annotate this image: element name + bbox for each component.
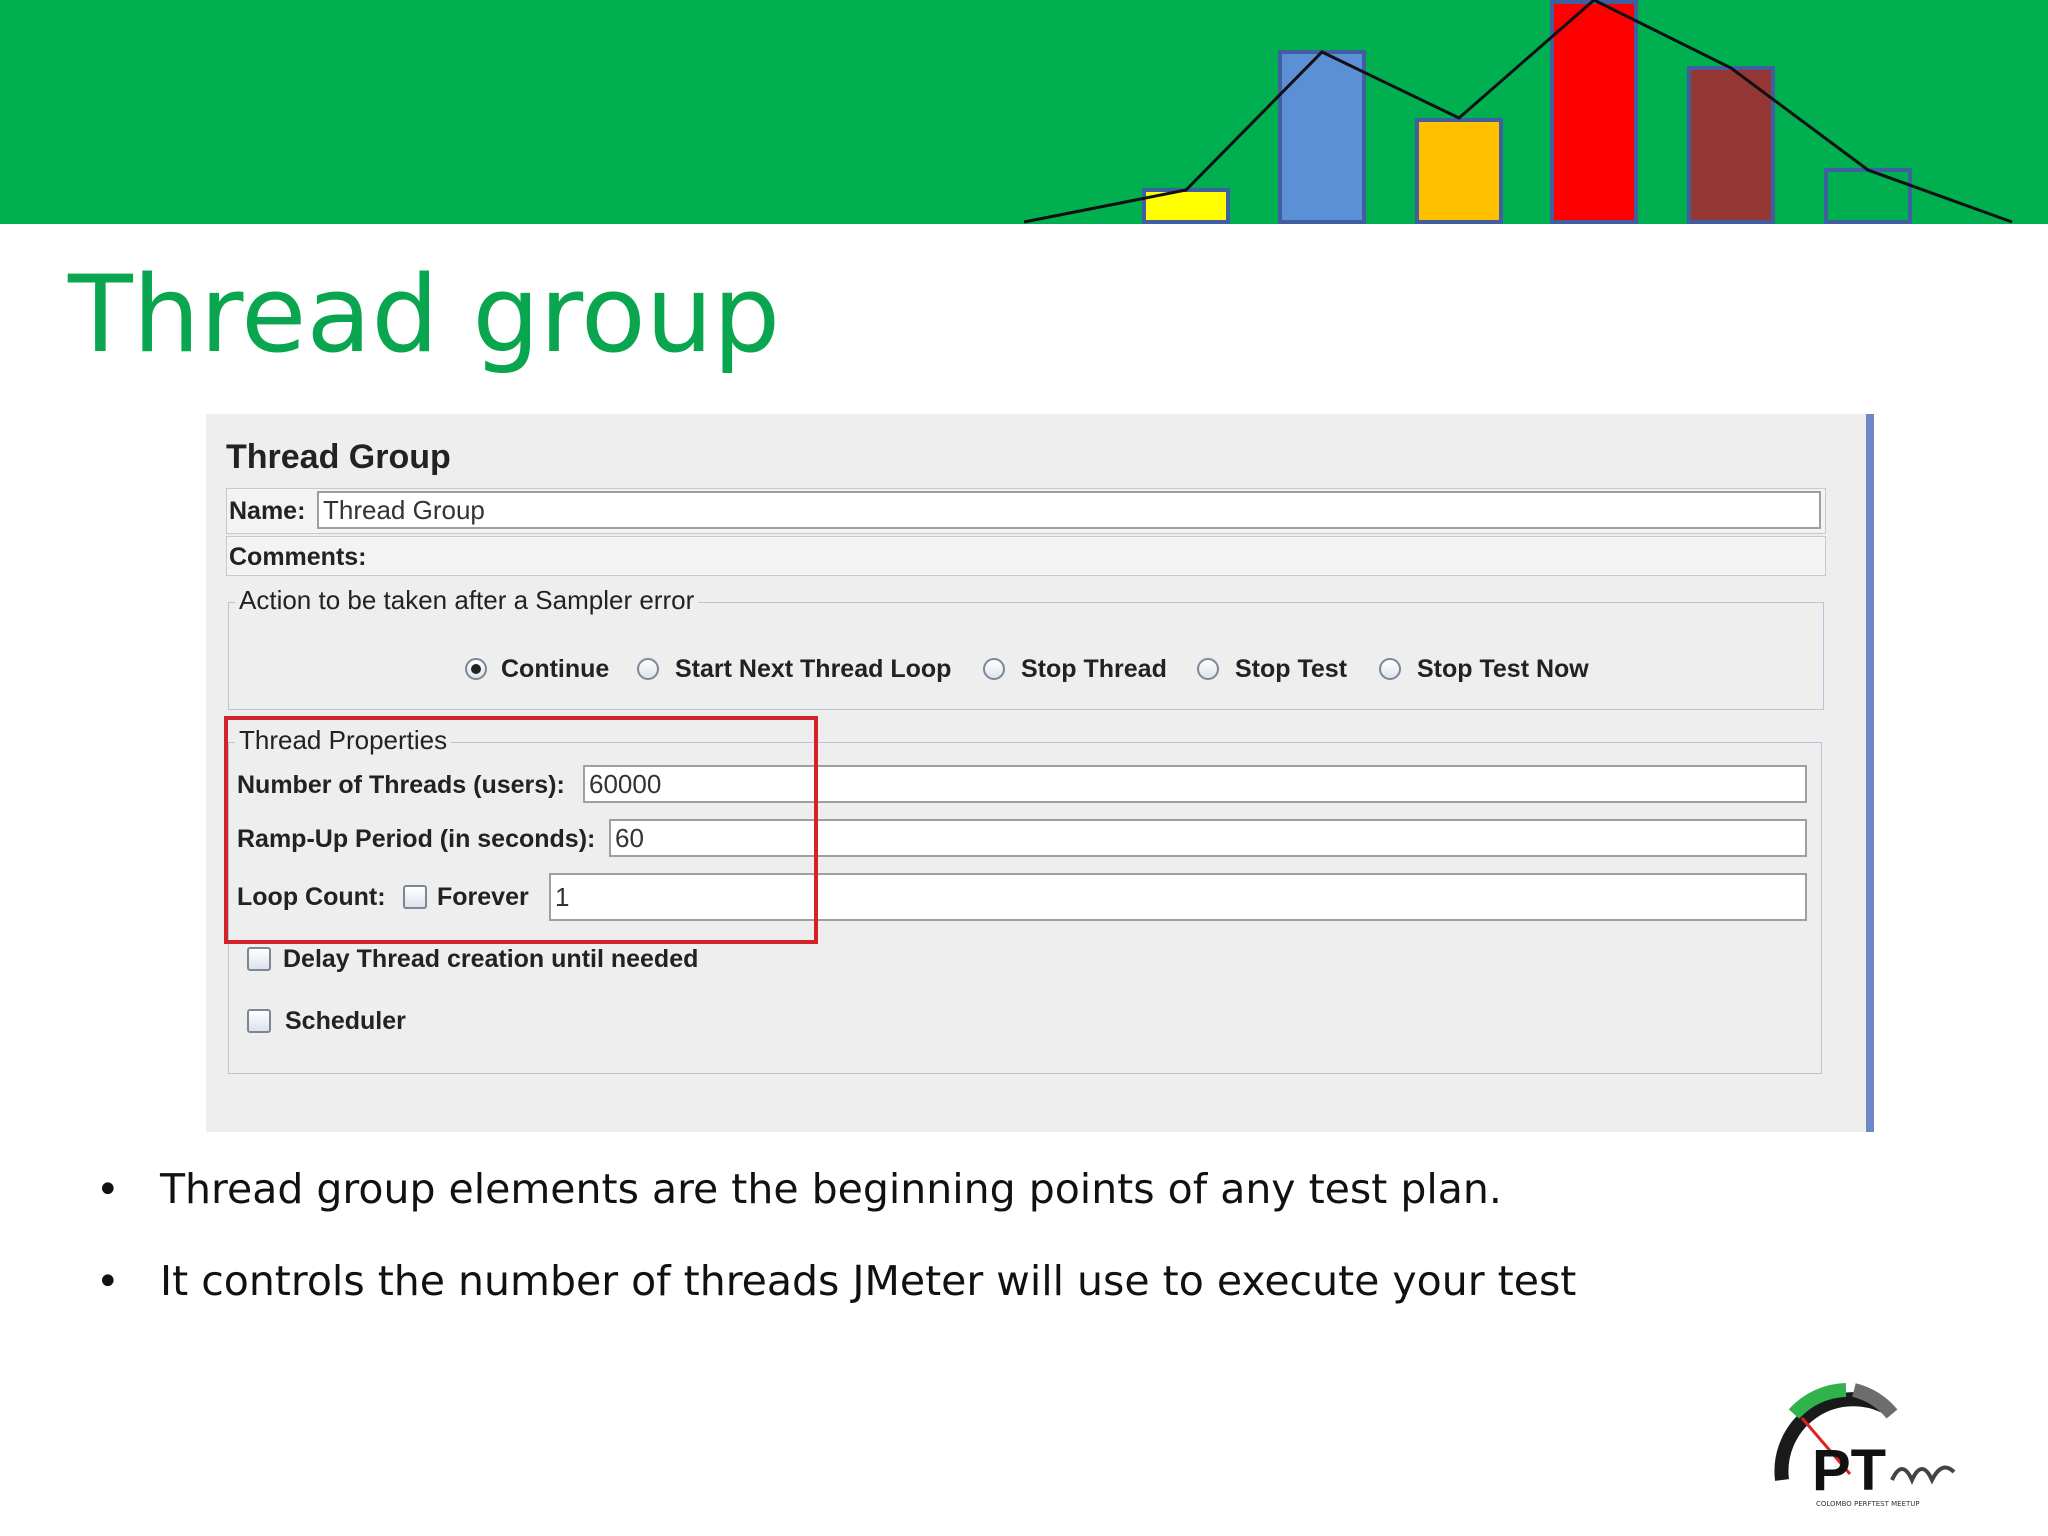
sampler-error-legend: Action to be taken after a Sampler error [235,585,699,616]
radio-continue-label[interactable]: Continue [501,655,609,684]
bullet-item: • Thread group elements are the beginning… [96,1165,1502,1213]
comments-label: Comments: [229,543,367,571]
sampler-error-group: Action to be taken after a Sampler error… [228,585,1824,710]
logo-swoosh [1890,1465,1956,1485]
forever-checkbox[interactable] [403,885,427,909]
banner-bar-red [1550,0,1638,224]
radio-stop-thread-label[interactable]: Stop Thread [1021,655,1167,684]
scheduler-label[interactable]: Scheduler [285,1007,406,1036]
threads-label: Number of Threads (users): [237,771,565,799]
thread-properties-legend: Thread Properties [235,725,452,756]
banner-bar-green [1824,168,1912,224]
loop-count-label: Loop Count: [237,883,386,911]
logo-subtext: COLOMBO PERFTEST MEETUP [1816,1500,1920,1508]
bullet-text: It controls the number of threads JMeter… [160,1257,1577,1305]
bullet-dot: • [96,1167,120,1213]
radio-stop-test-now-label[interactable]: Stop Test Now [1417,655,1589,684]
thread-group-panel: Thread Group Name: Thread Group Comments… [206,414,1874,1132]
delay-thread-creation-checkbox[interactable] [247,947,271,971]
slide-title: Thread group [68,253,781,376]
bullet-text: Thread group elements are the beginning … [160,1165,1502,1213]
name-label: Name: [229,497,306,525]
name-row: Name: Thread Group [226,488,1826,534]
loop-count-input[interactable]: 1 [549,873,1807,921]
rampup-label: Ramp-Up Period (in seconds): [237,825,596,853]
banner-chart-graphic [1023,0,2013,224]
scheduler-checkbox[interactable] [247,1009,271,1033]
bullet-dot: • [96,1259,120,1305]
radio-start-next-thread-loop[interactable] [637,658,659,680]
panel-title: Thread Group [226,438,451,476]
comments-row: Comments: [226,536,1826,576]
bullet-item: • It controls the number of threads JMete… [96,1257,1576,1305]
radio-stop-thread[interactable] [983,658,1005,680]
threads-input[interactable]: 60000 [583,765,1807,803]
rampup-input[interactable]: 60 [609,819,1807,857]
radio-stop-test-label[interactable]: Stop Test [1235,655,1347,684]
logo-text: PT [1812,1438,1886,1503]
thread-properties-group: Thread Properties Number of Threads (use… [228,725,1822,1074]
banner-bar-orange [1415,118,1503,224]
cptm-logo: PT COLOMBO PERFTEST MEETUP [1774,1383,1956,1508]
delay-thread-creation-label[interactable]: Delay Thread creation until needed [283,945,698,974]
name-input[interactable]: Thread Group [317,491,1821,529]
banner-bar-blue [1278,50,1366,224]
radio-stop-test[interactable] [1197,658,1219,680]
radio-continue[interactable] [465,658,487,680]
radio-start-next-thread-loop-label[interactable]: Start Next Thread Loop [675,655,951,684]
radio-stop-test-now[interactable] [1379,658,1401,680]
header-banner [0,0,2048,224]
forever-label[interactable]: Forever [437,883,529,912]
